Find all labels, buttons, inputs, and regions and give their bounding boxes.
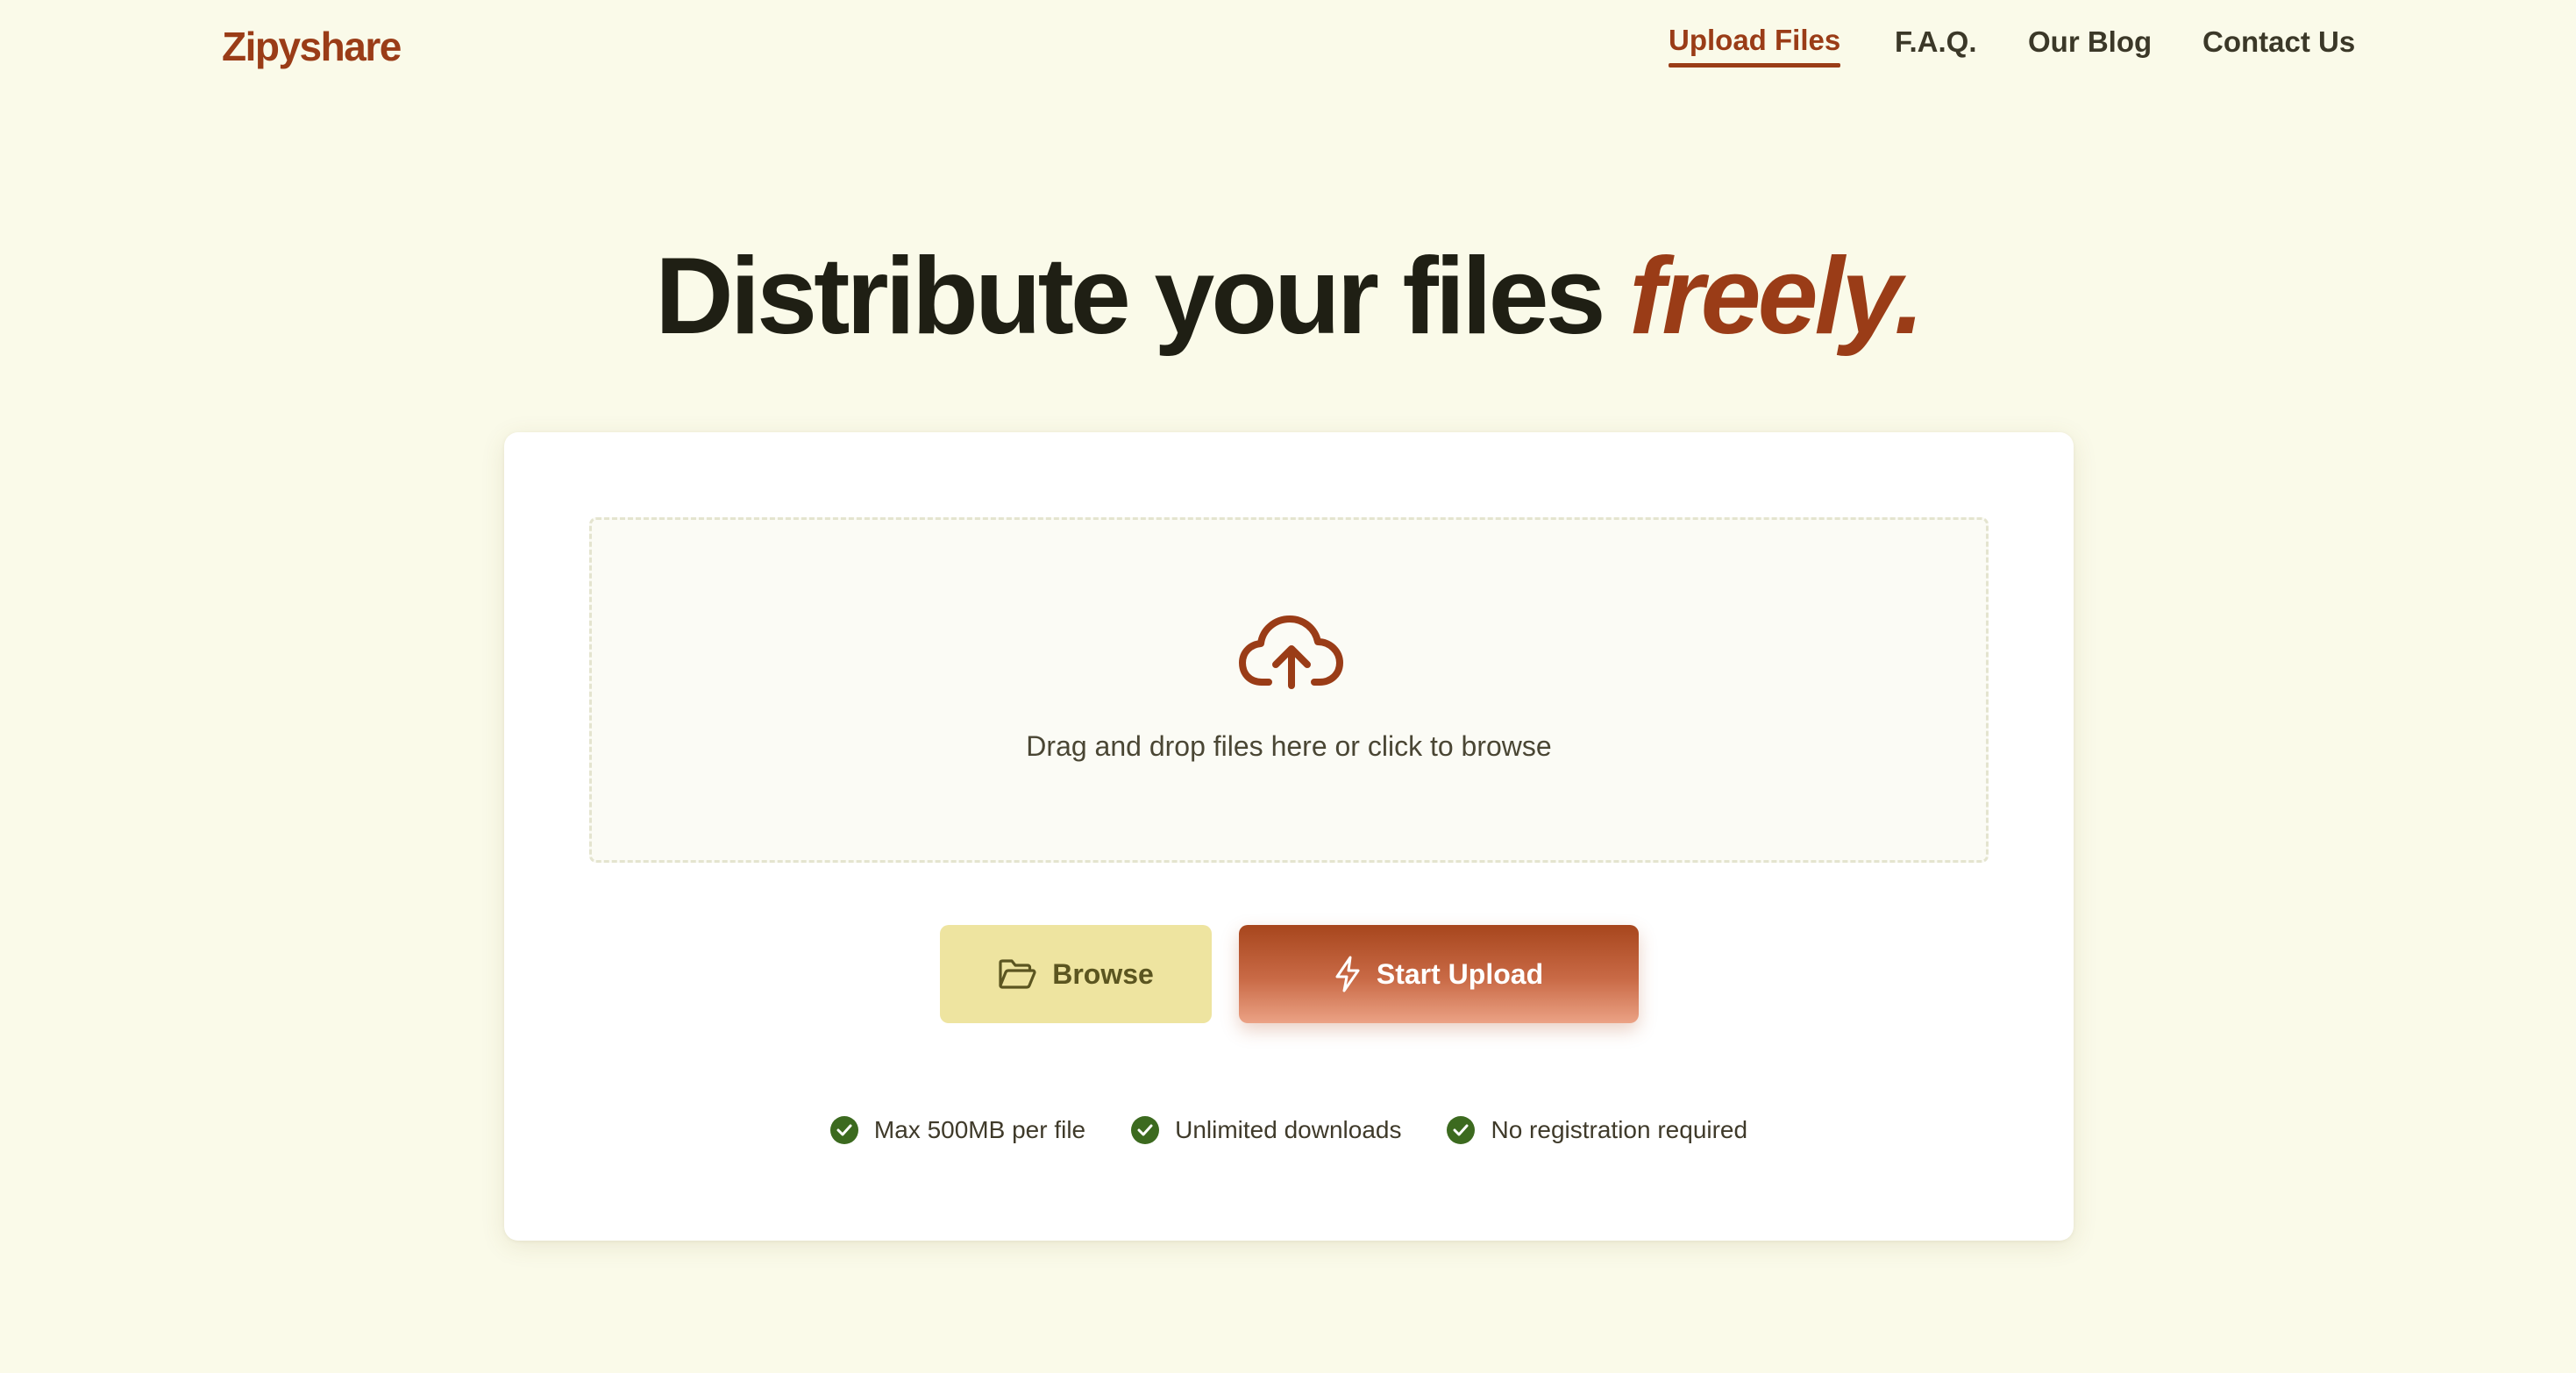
main-nav: Upload Files F.A.Q. Our Blog Contact Us: [0, 23, 2576, 75]
nav-faq[interactable]: F.A.Q.: [1895, 23, 1977, 61]
nav-upload-files[interactable]: Upload Files: [1669, 21, 1841, 68]
feature-item: No registration required: [1447, 1116, 1747, 1144]
feature-item: Unlimited downloads: [1131, 1116, 1401, 1144]
feature-label: No registration required: [1491, 1116, 1748, 1143]
nav-contact-us[interactable]: Contact Us: [2202, 23, 2355, 61]
nav-our-blog[interactable]: Our Blog: [2028, 23, 2152, 61]
hero-title-emphasis: freely.: [1629, 236, 1925, 357]
browse-button-label: Browse: [1052, 957, 1154, 990]
check-circle-icon: [1447, 1116, 1476, 1144]
feature-label: Max 500MB per file: [873, 1116, 1086, 1143]
folder-open-icon: [999, 959, 1036, 989]
check-circle-icon: [829, 1116, 858, 1144]
cloud-upload-icon: [1239, 615, 1343, 689]
feature-label: Unlimited downloads: [1175, 1116, 1402, 1143]
features-list: Max 500MB per file Unlimited downloads N…: [504, 1116, 2074, 1144]
upload-card: Drag and drop files here or click to bro…: [504, 432, 2074, 1241]
lightning-icon: [1335, 956, 1360, 992]
start-upload-button[interactable]: Start Upload: [1239, 925, 1639, 1023]
dropzone-text: Drag and drop files here or click to bro…: [1026, 730, 1552, 762]
hero-title-main: Distribute your files: [655, 236, 1605, 357]
browse-button[interactable]: Browse: [940, 925, 1212, 1023]
page: Zipyshare Upload Files F.A.Q. Our Blog C…: [0, 0, 2576, 1373]
feature-item: Max 500MB per file: [829, 1116, 1086, 1144]
hero-title: Distribute your files freely.: [0, 235, 2576, 358]
start-upload-label: Start Upload: [1376, 957, 1544, 990]
dropzone[interactable]: Drag and drop files here or click to bro…: [589, 517, 1989, 863]
check-circle-icon: [1131, 1116, 1160, 1144]
